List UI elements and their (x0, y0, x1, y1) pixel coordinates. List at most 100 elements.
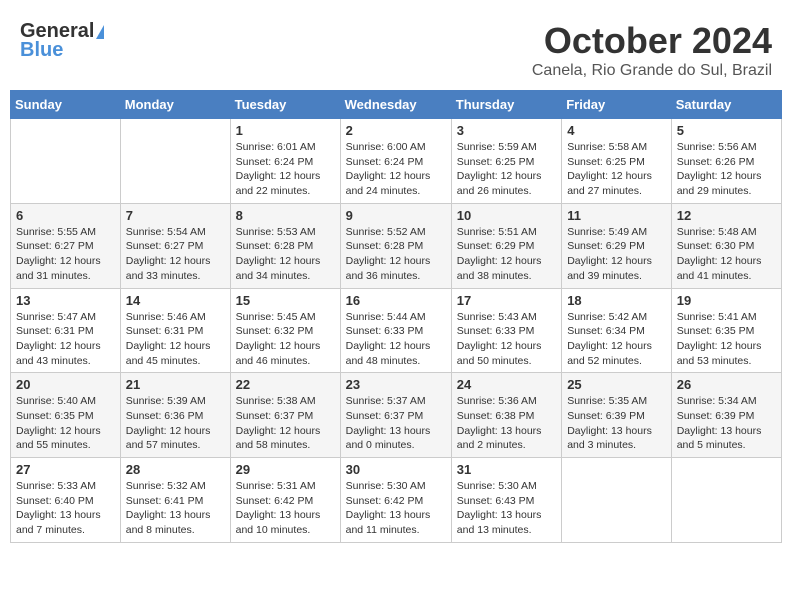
calendar-cell: 14Sunrise: 5:46 AM Sunset: 6:31 PM Dayli… (120, 288, 230, 373)
day-number: 1 (236, 123, 335, 138)
day-number: 22 (236, 377, 335, 392)
calendar-cell: 9 Sunrise: 5:52 AM Sunset: 6:28 PM Daylig… (340, 203, 451, 288)
day-number: 2 (346, 123, 446, 138)
day-info: Sunrise: 6:00 AM Sunset: 6:24 PM Dayligh… (346, 140, 446, 199)
day-number: 26 (677, 377, 776, 392)
calendar-cell: 28 Sunrise: 5:32 AM Sunset: 6:41 PM Dayli… (120, 458, 230, 543)
day-number: 10 (457, 208, 556, 223)
calendar-week-row: 1 Sunrise: 6:01 AM Sunset: 6:24 PM Daylig… (11, 119, 782, 204)
day-info: Sunrise: 5:43 AM Sunset: 6:33 PM Dayligh… (457, 310, 556, 369)
calendar-cell: 26 Sunrise: 5:34 AM Sunset: 6:39 PM Dayli… (671, 373, 781, 458)
calendar-cell: 7 Sunrise: 5:54 AM Sunset: 6:27 PM Daylig… (120, 203, 230, 288)
day-number: 13 (16, 293, 115, 308)
calendar-week-row: 20Sunrise: 5:40 AM Sunset: 6:35 PM Dayli… (11, 373, 782, 458)
calendar-cell: 2 Sunrise: 6:00 AM Sunset: 6:24 PM Daylig… (340, 119, 451, 204)
day-number: 6 (16, 208, 115, 223)
calendar-header-row: SundayMondayTuesdayWednesdayThursdayFrid… (11, 91, 782, 119)
day-info: Sunrise: 6:01 AM Sunset: 6:24 PM Dayligh… (236, 140, 335, 199)
calendar-cell: 4 Sunrise: 5:58 AM Sunset: 6:25 PM Daylig… (562, 119, 672, 204)
day-number: 28 (126, 462, 225, 477)
calendar-cell: 18Sunrise: 5:42 AM Sunset: 6:34 PM Dayli… (562, 288, 672, 373)
page-header: General Blue October 2024 Canela, Rio Gr… (10, 10, 782, 85)
day-info: Sunrise: 5:47 AM Sunset: 6:31 PM Dayligh… (16, 310, 115, 369)
day-number: 14 (126, 293, 225, 308)
day-info: Sunrise: 5:39 AM Sunset: 6:36 PM Dayligh… (126, 394, 225, 453)
day-number: 3 (457, 123, 556, 138)
day-info: Sunrise: 5:38 AM Sunset: 6:37 PM Dayligh… (236, 394, 335, 453)
day-info: Sunrise: 5:49 AM Sunset: 6:29 PM Dayligh… (567, 225, 666, 284)
calendar-day-header: Friday (562, 91, 672, 119)
calendar-cell: 15Sunrise: 5:45 AM Sunset: 6:32 PM Dayli… (230, 288, 340, 373)
day-info: Sunrise: 5:59 AM Sunset: 6:25 PM Dayligh… (457, 140, 556, 199)
calendar-cell: 25Sunrise: 5:35 AM Sunset: 6:39 PM Dayli… (562, 373, 672, 458)
day-number: 30 (346, 462, 446, 477)
day-info: Sunrise: 5:52 AM Sunset: 6:28 PM Dayligh… (346, 225, 446, 284)
day-info: Sunrise: 5:44 AM Sunset: 6:33 PM Dayligh… (346, 310, 446, 369)
day-number: 29 (236, 462, 335, 477)
day-number: 17 (457, 293, 556, 308)
location: Canela, Rio Grande do Sul, Brazil (532, 62, 772, 80)
calendar-cell: 23 Sunrise: 5:37 AM Sunset: 6:37 PM Dayli… (340, 373, 451, 458)
day-number: 19 (677, 293, 776, 308)
day-info: Sunrise: 5:34 AM Sunset: 6:39 PM Dayligh… (677, 394, 776, 453)
calendar-day-header: Sunday (11, 91, 121, 119)
logo-triangle-icon (96, 25, 104, 39)
day-info: Sunrise: 5:48 AM Sunset: 6:30 PM Dayligh… (677, 225, 776, 284)
logo: General Blue (20, 20, 104, 62)
day-number: 12 (677, 208, 776, 223)
calendar-cell: 24Sunrise: 5:36 AM Sunset: 6:38 PM Dayli… (451, 373, 561, 458)
day-number: 9 (346, 208, 446, 223)
day-info: Sunrise: 5:30 AM Sunset: 6:42 PM Dayligh… (346, 479, 446, 538)
day-info: Sunrise: 5:36 AM Sunset: 6:38 PM Dayligh… (457, 394, 556, 453)
calendar-cell: 12 Sunrise: 5:48 AM Sunset: 6:30 PM Dayli… (671, 203, 781, 288)
day-info: Sunrise: 5:35 AM Sunset: 6:39 PM Dayligh… (567, 394, 666, 453)
day-info: Sunrise: 5:32 AM Sunset: 6:41 PM Dayligh… (126, 479, 225, 538)
calendar-cell: 8 Sunrise: 5:53 AM Sunset: 6:28 PM Daylig… (230, 203, 340, 288)
day-info: Sunrise: 5:31 AM Sunset: 6:42 PM Dayligh… (236, 479, 335, 538)
title-section: October 2024 Canela, Rio Grande do Sul, … (532, 20, 772, 80)
day-info: Sunrise: 5:30 AM Sunset: 6:43 PM Dayligh… (457, 479, 556, 538)
day-info: Sunrise: 5:53 AM Sunset: 6:28 PM Dayligh… (236, 225, 335, 284)
calendar-cell: 22 Sunrise: 5:38 AM Sunset: 6:37 PM Dayli… (230, 373, 340, 458)
calendar-cell: 1 Sunrise: 6:01 AM Sunset: 6:24 PM Daylig… (230, 119, 340, 204)
calendar-week-row: 13 Sunrise: 5:47 AM Sunset: 6:31 PM Dayli… (11, 288, 782, 373)
month-title: October 2024 (532, 20, 772, 62)
calendar-day-header: Saturday (671, 91, 781, 119)
calendar-cell: 27 Sunrise: 5:33 AM Sunset: 6:40 PM Dayli… (11, 458, 121, 543)
day-info: Sunrise: 5:54 AM Sunset: 6:27 PM Dayligh… (126, 225, 225, 284)
day-info: Sunrise: 5:56 AM Sunset: 6:26 PM Dayligh… (677, 140, 776, 199)
calendar-cell: 3 Sunrise: 5:59 AM Sunset: 6:25 PM Daylig… (451, 119, 561, 204)
day-number: 16 (346, 293, 446, 308)
calendar-day-header: Thursday (451, 91, 561, 119)
calendar-cell: 16 Sunrise: 5:44 AM Sunset: 6:33 PM Dayli… (340, 288, 451, 373)
day-info: Sunrise: 5:41 AM Sunset: 6:35 PM Dayligh… (677, 310, 776, 369)
day-info: Sunrise: 5:42 AM Sunset: 6:34 PM Dayligh… (567, 310, 666, 369)
calendar-cell: 29 Sunrise: 5:31 AM Sunset: 6:42 PM Dayli… (230, 458, 340, 543)
calendar-cell: 13 Sunrise: 5:47 AM Sunset: 6:31 PM Dayli… (11, 288, 121, 373)
calendar-cell: 20Sunrise: 5:40 AM Sunset: 6:35 PM Dayli… (11, 373, 121, 458)
calendar-day-header: Monday (120, 91, 230, 119)
day-info: Sunrise: 5:58 AM Sunset: 6:25 PM Dayligh… (567, 140, 666, 199)
calendar-week-row: 6 Sunrise: 5:55 AM Sunset: 6:27 PM Daylig… (11, 203, 782, 288)
day-number: 8 (236, 208, 335, 223)
day-number: 7 (126, 208, 225, 223)
day-number: 4 (567, 123, 666, 138)
calendar-cell (562, 458, 672, 543)
day-info: Sunrise: 5:55 AM Sunset: 6:27 PM Dayligh… (16, 225, 115, 284)
calendar-day-header: Wednesday (340, 91, 451, 119)
day-number: 23 (346, 377, 446, 392)
calendar-cell: 30 Sunrise: 5:30 AM Sunset: 6:42 PM Dayli… (340, 458, 451, 543)
calendar-table: SundayMondayTuesdayWednesdayThursdayFrid… (10, 90, 782, 543)
day-number: 5 (677, 123, 776, 138)
calendar-cell: 10Sunrise: 5:51 AM Sunset: 6:29 PM Dayli… (451, 203, 561, 288)
day-number: 27 (16, 462, 115, 477)
calendar-cell: 21 Sunrise: 5:39 AM Sunset: 6:36 PM Dayli… (120, 373, 230, 458)
calendar-cell (671, 458, 781, 543)
calendar-cell: 19 Sunrise: 5:41 AM Sunset: 6:35 PM Dayli… (671, 288, 781, 373)
day-number: 21 (126, 377, 225, 392)
calendar-cell: 6 Sunrise: 5:55 AM Sunset: 6:27 PM Daylig… (11, 203, 121, 288)
day-info: Sunrise: 5:40 AM Sunset: 6:35 PM Dayligh… (16, 394, 115, 453)
day-info: Sunrise: 5:33 AM Sunset: 6:40 PM Dayligh… (16, 479, 115, 538)
day-info: Sunrise: 5:37 AM Sunset: 6:37 PM Dayligh… (346, 394, 446, 453)
calendar-cell: 11Sunrise: 5:49 AM Sunset: 6:29 PM Dayli… (562, 203, 672, 288)
